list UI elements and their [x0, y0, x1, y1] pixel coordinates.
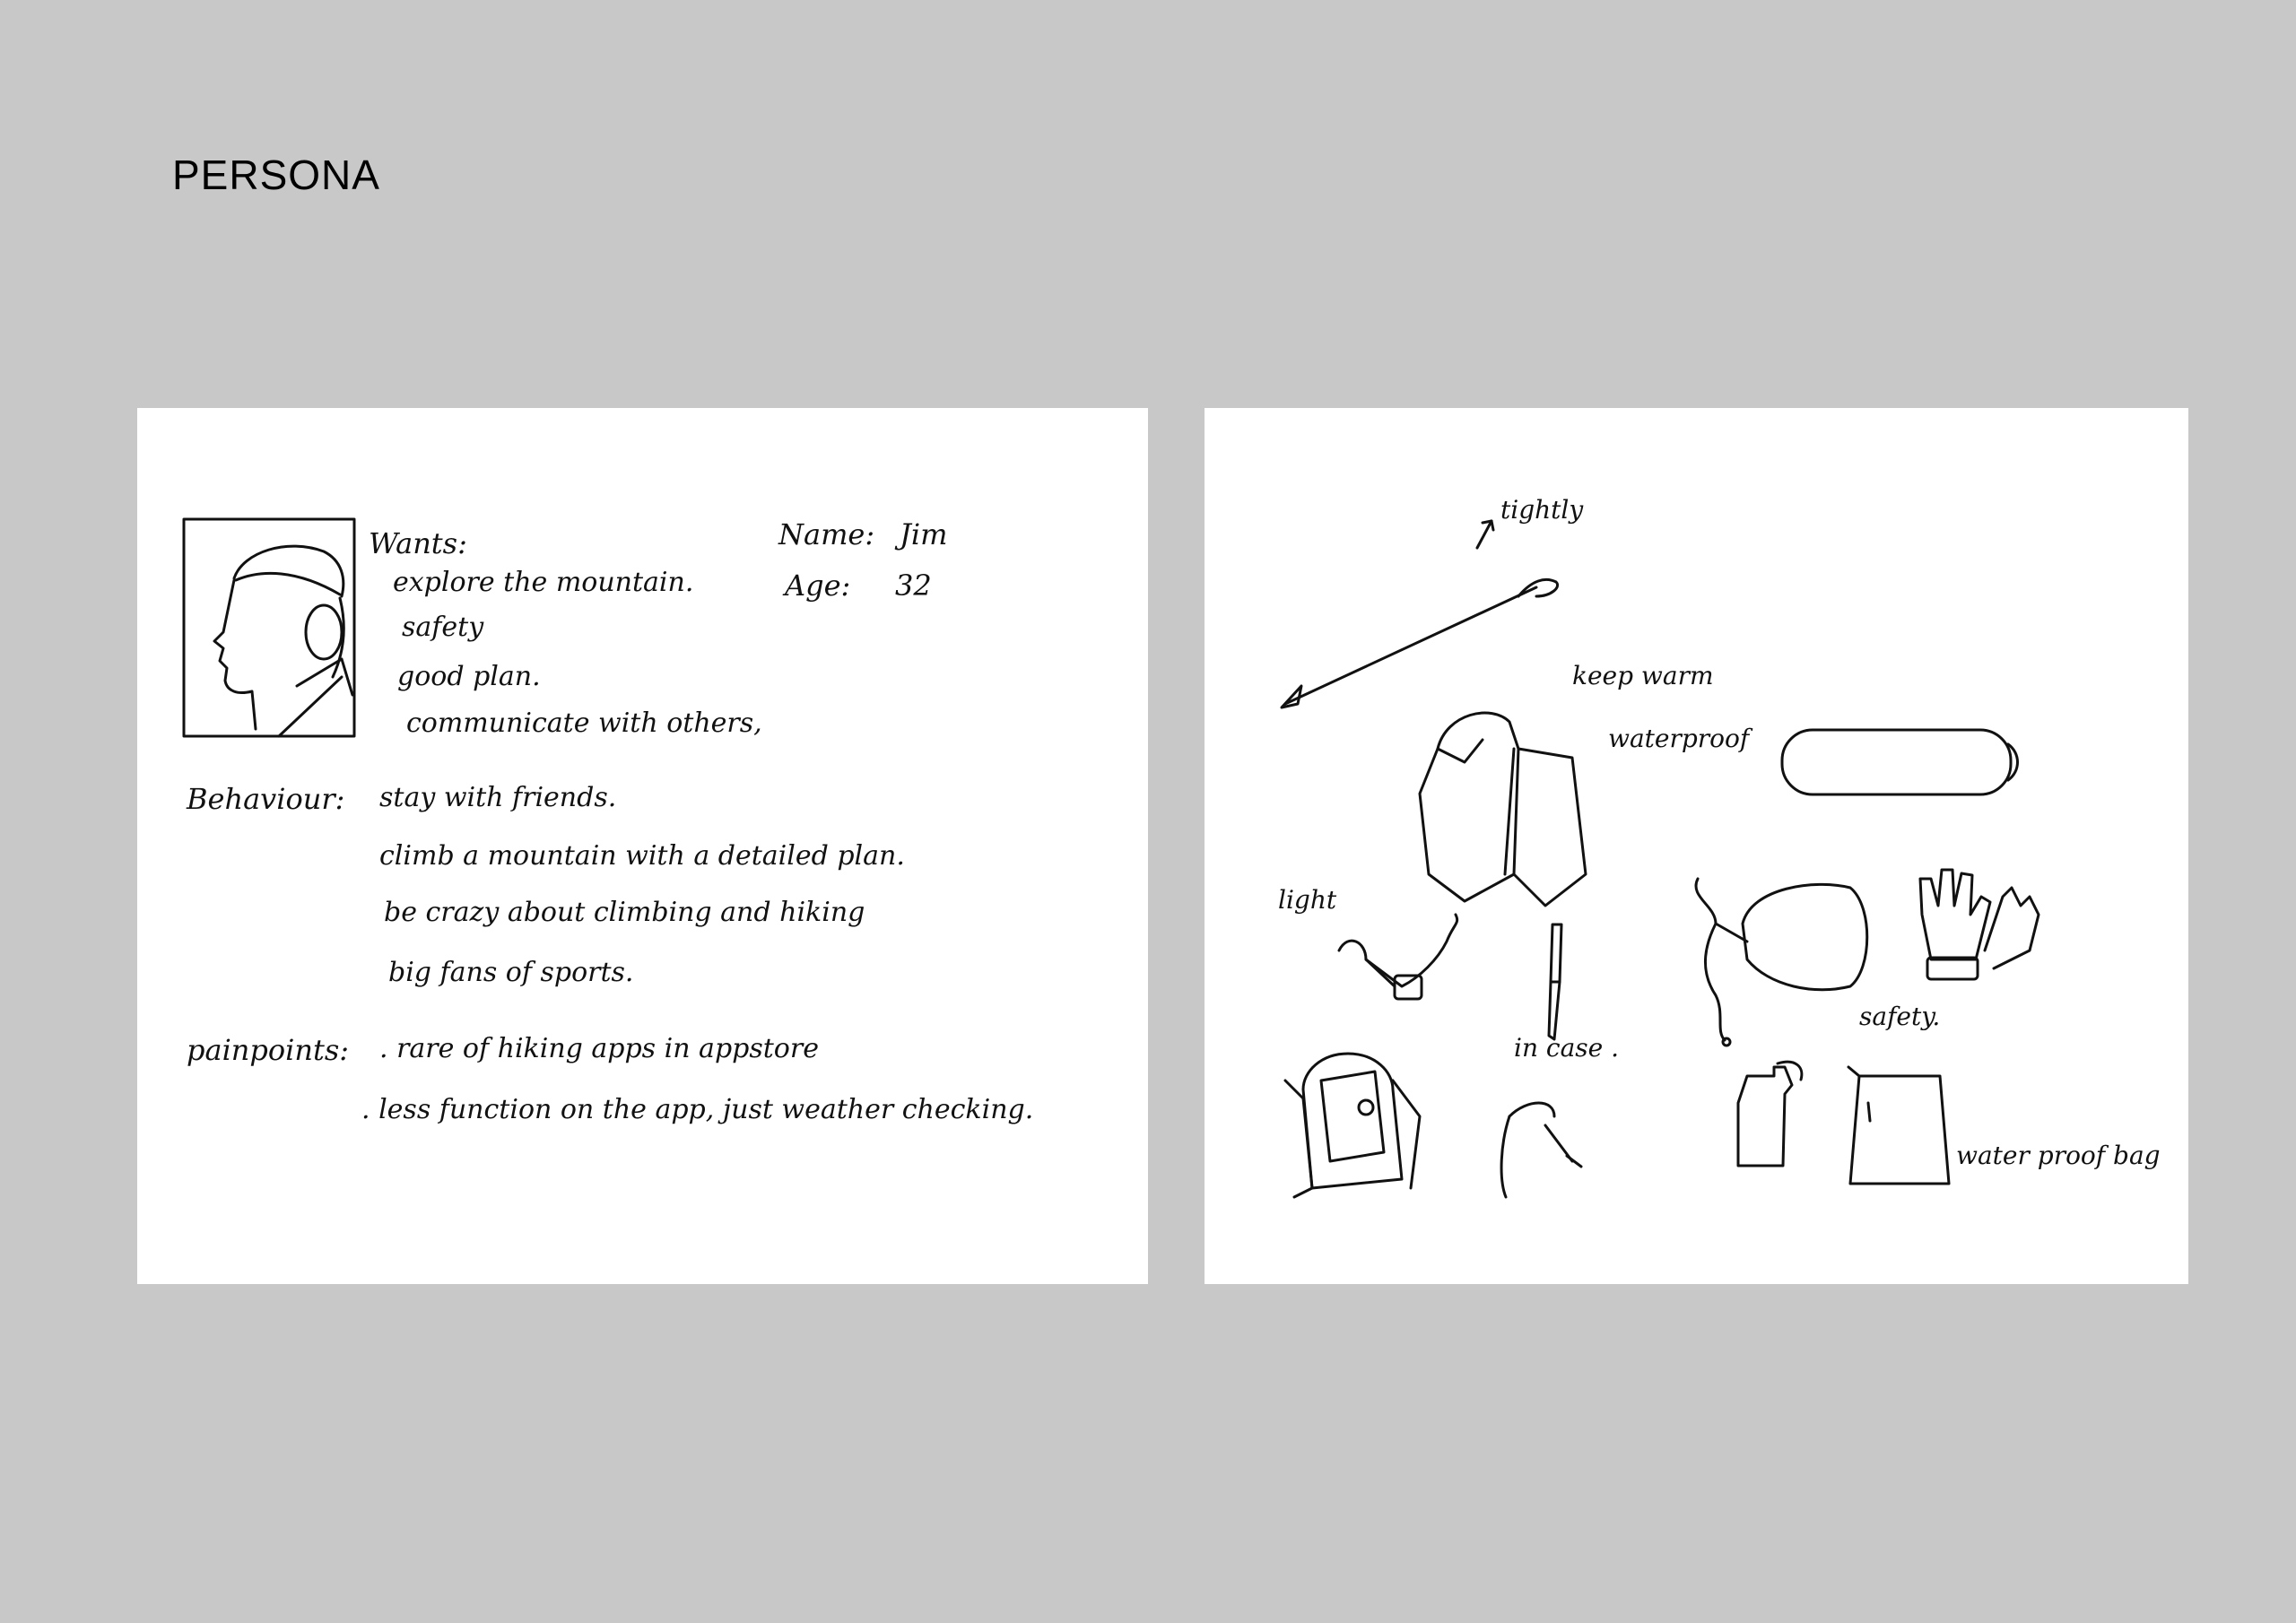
gear-label-keep-warm: keep warm: [1572, 661, 1714, 690]
gear-label-water-proof-bag: water proof bag: [1956, 1141, 2161, 1170]
sleeping-mat-icon: [1780, 728, 2019, 796]
stuff-sack-icon: [1694, 877, 1869, 1047]
name-label: Name:: [778, 517, 875, 551]
arrow-icon: [1475, 519, 1495, 550]
wants-item: explore the mountain.: [393, 567, 694, 598]
ice-axe-icon: [1500, 1101, 1583, 1199]
persona-portrait-icon: [182, 517, 356, 738]
painpoint-item: . less function on the app, just weather…: [361, 1094, 1034, 1125]
backpack-icon: [1283, 1052, 1422, 1199]
wants-label: Wants:: [369, 526, 467, 560]
gear-label-safety: safety.: [1859, 1002, 1941, 1031]
age-value: 32: [895, 568, 932, 603]
wants-item: good plan.: [397, 661, 541, 692]
knife-icon: [1547, 923, 1563, 1041]
gear-label-light: light: [1278, 885, 1337, 915]
waterproof-bag-icon: [1847, 1065, 1951, 1185]
gloves-icon: [1918, 868, 2040, 981]
trekking-pole-icon: [1280, 577, 1559, 709]
behaviour-item: be crazy about climbing and hiking: [384, 897, 865, 928]
gear-label-waterproof: waterproof: [1608, 724, 1750, 753]
gear-label-tightly: tightly: [1500, 495, 1584, 525]
behaviour-item: climb a mountain with a detailed plan.: [379, 840, 905, 872]
behaviour-label: Behaviour:: [187, 782, 345, 816]
wants-item: communicate with others,: [406, 707, 762, 739]
page-title: PERSONA: [172, 152, 380, 198]
age-label: Age:: [785, 568, 851, 603]
jacket-icon: [1418, 711, 1587, 907]
behaviour-item: stay with friends.: [379, 782, 617, 813]
gear-label-in-case: in case .: [1514, 1033, 1620, 1063]
painpoint-item: . rare of hiking apps in appstore: [379, 1033, 819, 1064]
persona-sketch-card: Wants: explore the mountain. safety good…: [137, 408, 1148, 1284]
name-value: Jim: [900, 517, 948, 551]
wants-item: safety: [402, 612, 484, 643]
behaviour-item: big fans of sports.: [388, 957, 634, 988]
gear-sketch-card: tightly keep warm waterproof light in ca…: [1205, 408, 2188, 1284]
headlamp-icon: [1337, 913, 1459, 1001]
water-bottle-icon: [1736, 1060, 1804, 1167]
painpoints-label: painpoints:: [187, 1033, 350, 1067]
